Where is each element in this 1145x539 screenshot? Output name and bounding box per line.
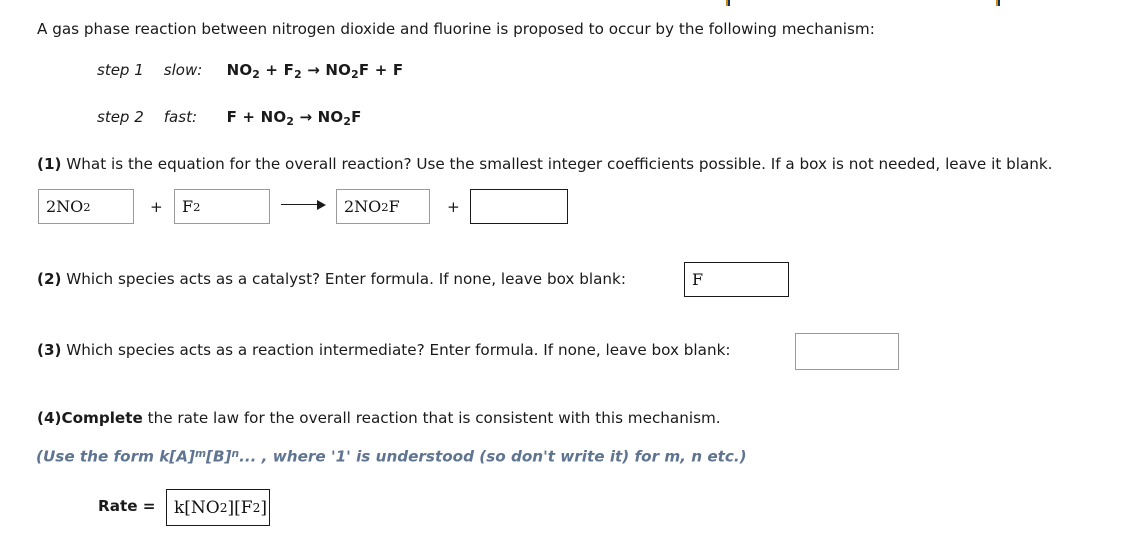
arrow-right-icon bbox=[281, 198, 326, 212]
question-2-body: Which species acts as a catalyst? Enter … bbox=[61, 270, 626, 288]
answer-box-product-1[interactable]: 2NO 2 F bbox=[336, 189, 430, 224]
question-1-text: (1) What is the equation for the overall… bbox=[37, 155, 1053, 173]
answer-box-rate-law[interactable]: k[NO 2][F 2] bbox=[166, 489, 270, 526]
question-1-number: (1) bbox=[37, 155, 62, 173]
problem-intro: A gas phase reaction between nitrogen di… bbox=[37, 20, 875, 38]
question-4-number: (4) bbox=[37, 409, 62, 427]
rate-law-label: Rate = bbox=[98, 497, 156, 515]
question-4-bold-word: Complete bbox=[61, 409, 143, 427]
answer-box-reactant-1[interactable]: 2NO 2 bbox=[38, 189, 134, 224]
question-4-text: (4)Complete the rate law for the overall… bbox=[37, 409, 721, 427]
step-2-equation: F + NO2 → NO2F bbox=[226, 108, 362, 128]
question-4-hint: (Use the form k[A]m[B]n... , where '1' i… bbox=[36, 447, 747, 466]
step-1-speed: slow: bbox=[163, 61, 203, 79]
question-3-number: (3) bbox=[37, 341, 62, 359]
step-1-label: step 1 bbox=[97, 61, 144, 79]
page-top-artifact-right bbox=[996, 0, 1000, 6]
question-3-text: (3) Which species acts as a reaction int… bbox=[37, 341, 731, 359]
equation-plus-1: + bbox=[150, 198, 163, 216]
arrow-shaft bbox=[281, 204, 321, 206]
mechanism-step-2: step 2 fast: F + NO2 → NO2F bbox=[97, 108, 362, 128]
answer-box-intermediate[interactable] bbox=[795, 333, 899, 370]
question-4-body: the rate law for the overall reaction th… bbox=[142, 409, 721, 427]
mechanism-step-1: step 1 slow: NO2 + F2 → NO2F + F bbox=[97, 61, 403, 81]
question-2-text: (2) Which species acts as a catalyst? En… bbox=[37, 270, 626, 288]
answer-box-reactant-2[interactable]: F2 bbox=[174, 189, 270, 224]
step-2-label: step 2 bbox=[97, 108, 144, 126]
step-2-speed: fast: bbox=[163, 108, 198, 126]
answer-box-catalyst[interactable]: F bbox=[684, 262, 789, 297]
step-1-equation: NO2 + F2 → NO2F + F bbox=[226, 61, 404, 81]
question-1-body: What is the equation for the overall rea… bbox=[61, 155, 1053, 173]
equation-plus-2: + bbox=[447, 198, 460, 216]
page-top-artifact-left bbox=[726, 0, 730, 6]
question-2-number: (2) bbox=[37, 270, 62, 288]
arrow-head bbox=[317, 199, 326, 210]
question-3-body: Which species acts as a reaction interme… bbox=[61, 341, 731, 359]
answer-box-product-2[interactable] bbox=[470, 189, 568, 224]
problem-page: A gas phase reaction between nitrogen di… bbox=[0, 0, 1145, 539]
